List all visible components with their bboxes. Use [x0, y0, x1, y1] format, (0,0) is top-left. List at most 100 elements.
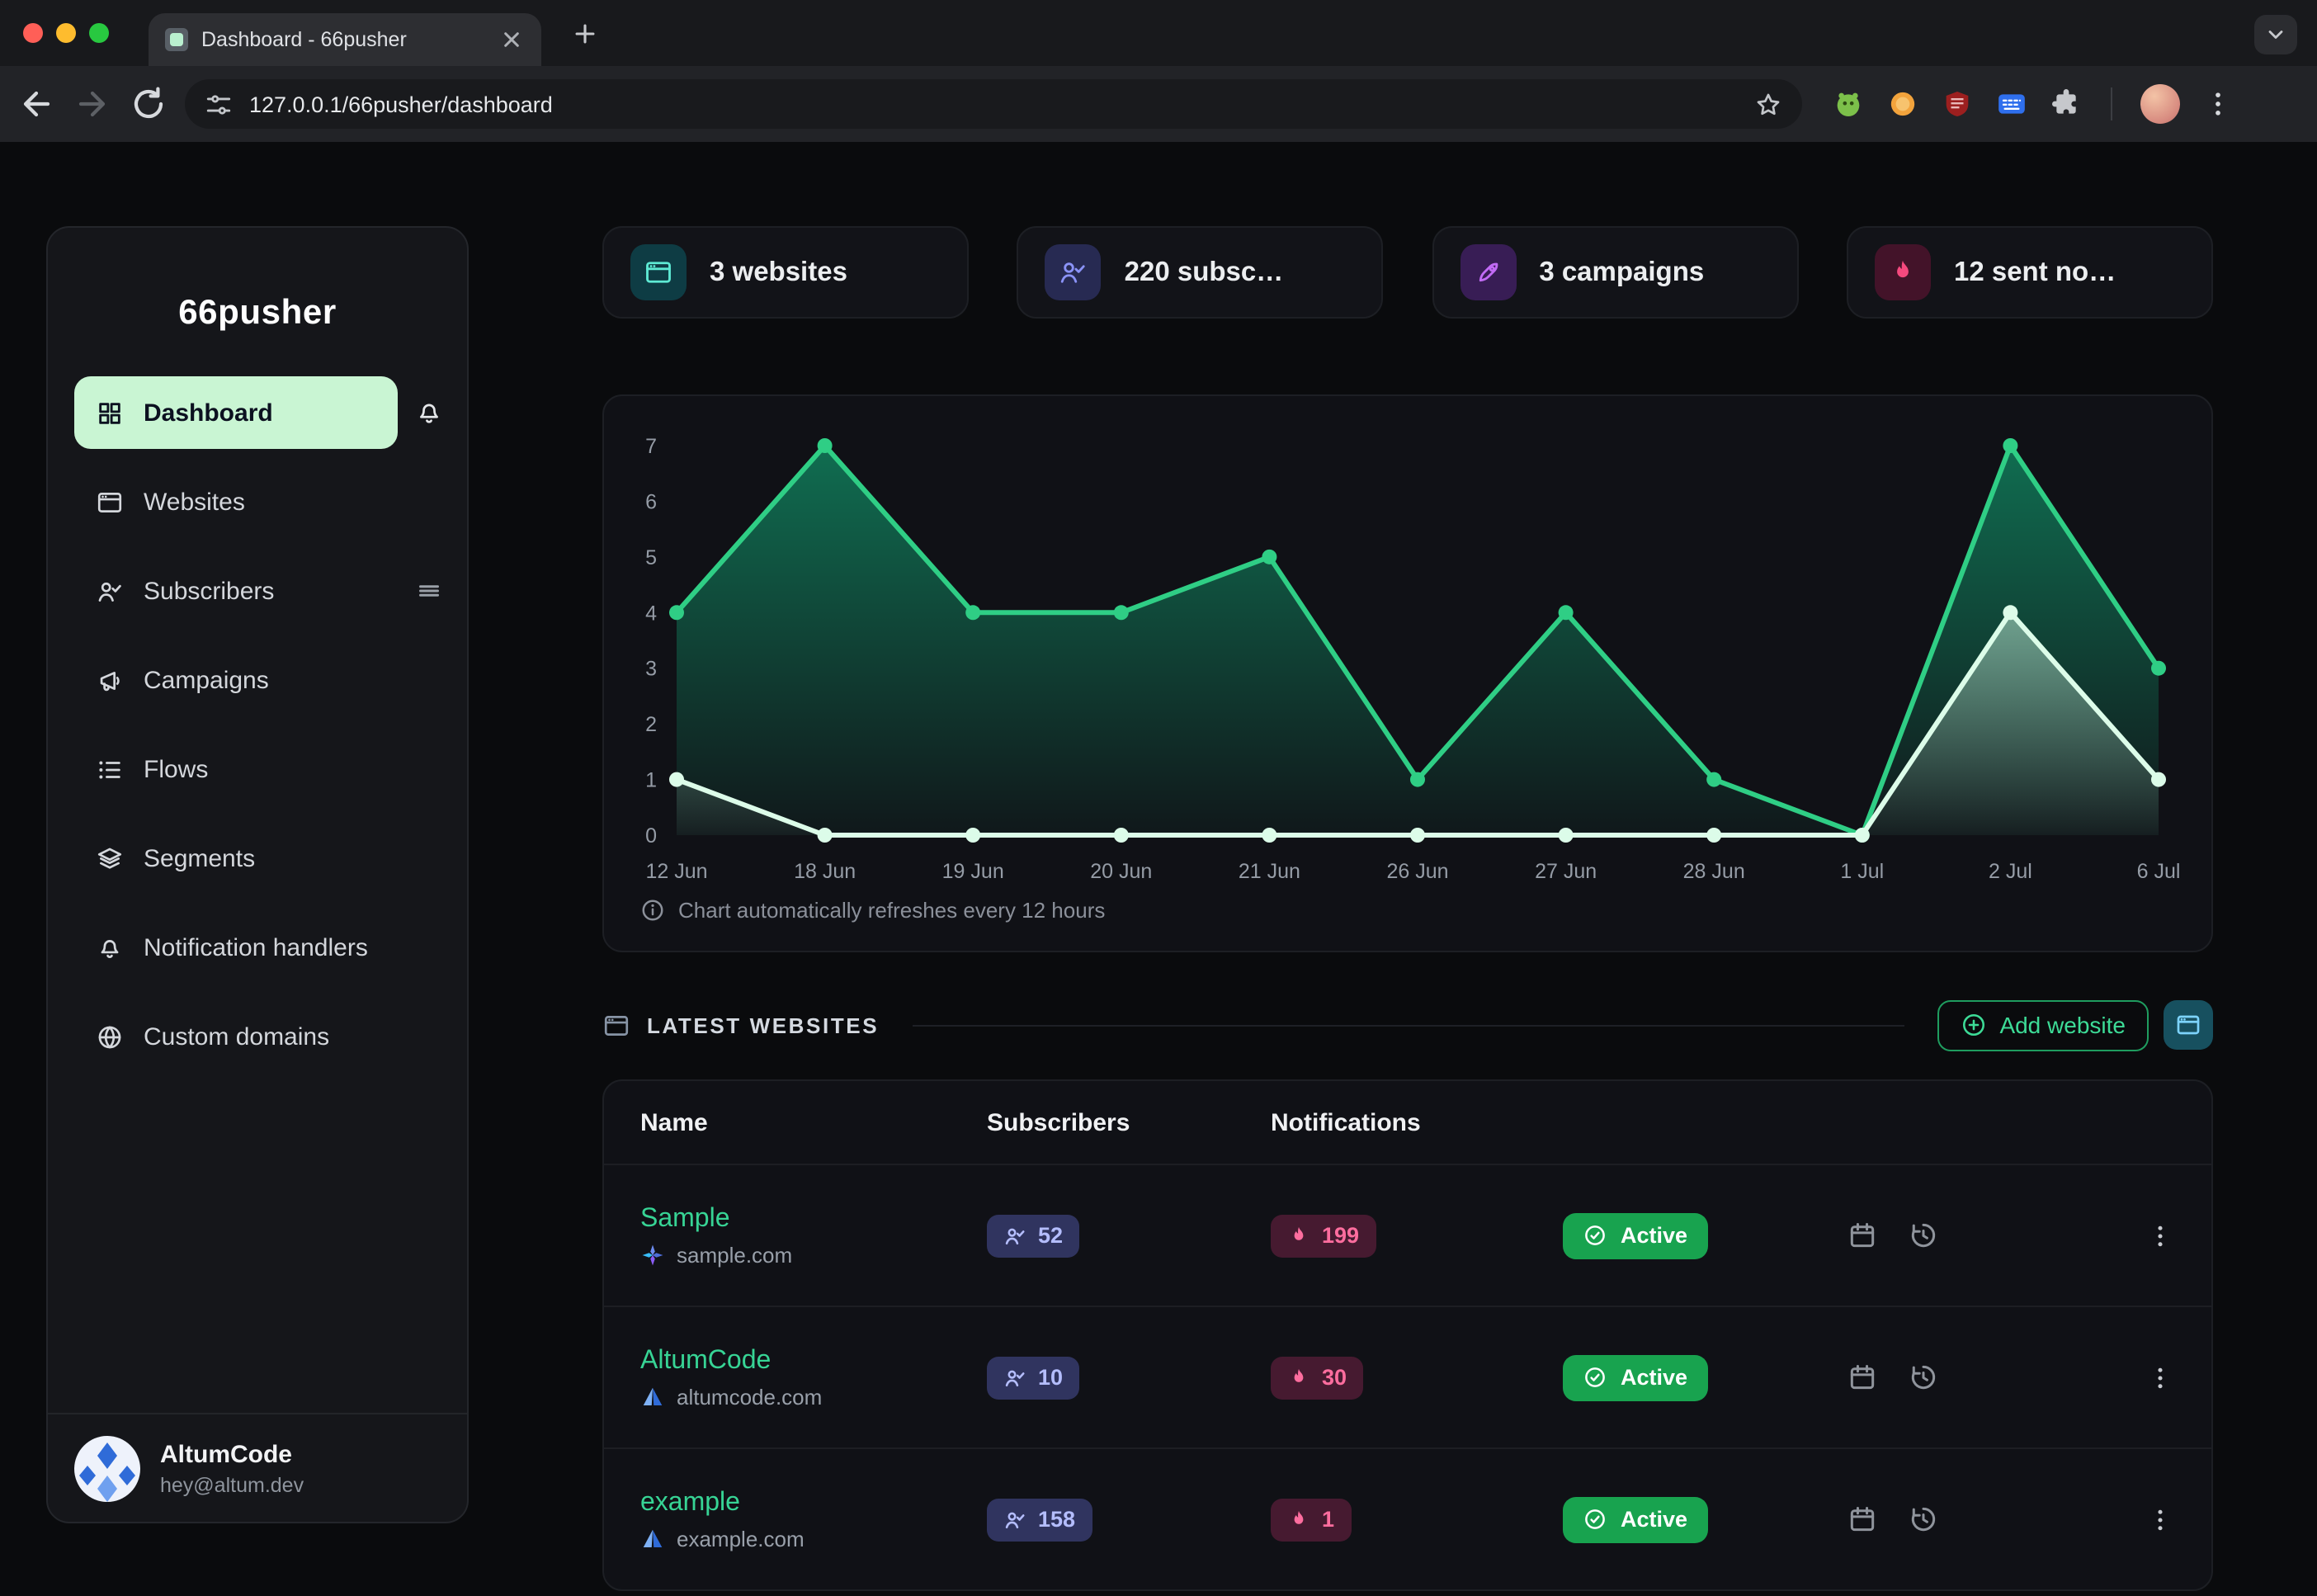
sidebar-item-segments[interactable]: Segments: [74, 822, 444, 895]
browser-tab[interactable]: Dashboard - 66pusher: [149, 13, 541, 66]
layers-icon: [96, 844, 124, 872]
chart-point: [2151, 661, 2166, 676]
orange-extension-icon[interactable]: [1886, 87, 1919, 120]
bell-icon: [96, 933, 124, 961]
sidebar-item-dashboard[interactable]: Dashboard: [74, 376, 398, 449]
stat-card-notifications[interactable]: 12 sent notifications: [1847, 226, 2213, 319]
subscribers-badge: 10: [987, 1356, 1079, 1399]
user-check-icon: [96, 577, 124, 605]
checklist-icon: [96, 755, 124, 783]
check-circle-icon: [1583, 1365, 1607, 1390]
sidebar: 66pusher Dashboard Websites: [46, 226, 469, 1523]
chart-card: 0123456712 Jun18 Jun19 Jun20 Jun21 Jun26…: [602, 394, 2213, 952]
browser-menu-button[interactable]: [2201, 87, 2234, 120]
row-menu-button[interactable]: [2145, 1362, 2175, 1392]
browser-profile-avatar[interactable]: [2140, 84, 2180, 124]
sidebar-item-subscribers[interactable]: Subscribers: [74, 555, 398, 627]
chart-point: [1559, 605, 1574, 620]
calendar-icon[interactable]: [1847, 1504, 1878, 1535]
chart-point: [2003, 605, 2017, 620]
websites-table: Name Subscribers Notifications Sample sa…: [602, 1079, 2213, 1591]
website-favicon: [640, 1526, 665, 1551]
history-icon[interactable]: [1908, 1504, 1939, 1535]
chart-point: [669, 772, 684, 787]
chart-point: [1410, 772, 1425, 787]
info-icon: [640, 898, 665, 923]
website-favicon: [640, 1242, 665, 1267]
x-tick-label: 12 Jun: [645, 860, 707, 883]
reload-button[interactable]: [129, 84, 168, 124]
plus-circle-icon: [1960, 1012, 1986, 1038]
x-tick-label: 1 Jul: [1840, 860, 1884, 883]
status-badge: Active: [1563, 1212, 1707, 1258]
website-name-link[interactable]: AltumCode: [640, 1346, 987, 1376]
forward-button[interactable]: [73, 84, 112, 124]
history-icon[interactable]: [1908, 1362, 1939, 1393]
tab-close-icon[interactable]: [498, 26, 525, 53]
tab-bar: Dashboard - 66pusher: [0, 0, 2317, 66]
websites-shortcut-button[interactable]: [2164, 1000, 2213, 1050]
subscribers-badge: 158: [987, 1498, 1092, 1541]
stat-label: 220 subscribers: [1125, 257, 1290, 288]
keyboard-extension-icon[interactable]: [1995, 87, 2028, 120]
y-tick-label: 5: [645, 546, 657, 569]
sidebar-nav: Dashboard Websites Subscribers: [48, 376, 467, 1073]
back-button[interactable]: [17, 84, 56, 124]
main-content: 3 websites 220 subscribers 3 campaigns: [602, 226, 2213, 1591]
check-circle-icon: [1583, 1223, 1607, 1248]
address-bar[interactable]: 127.0.0.1/66pusher/dashboard: [185, 79, 1802, 129]
chart-point: [965, 605, 980, 620]
row-menu-button[interactable]: [2145, 1504, 2175, 1534]
latest-websites-header: LATEST WEBSITES Add website: [602, 999, 2213, 1051]
grid-icon: [96, 399, 124, 427]
website-favicon: [640, 1384, 665, 1409]
row-menu-button[interactable]: [2145, 1221, 2175, 1250]
window-close-button[interactable]: [23, 23, 43, 43]
new-tab-button[interactable]: [571, 20, 599, 48]
stat-card-campaigns[interactable]: 3 campaigns: [1432, 226, 1798, 319]
site-settings-icon[interactable]: [205, 90, 233, 118]
sidebar-item-notification-handlers[interactable]: Notification handlers: [74, 911, 444, 984]
calendar-icon[interactable]: [1847, 1220, 1878, 1251]
tab-title: Dashboard - 66pusher: [201, 28, 485, 51]
section-title: LATEST WEBSITES: [647, 1013, 879, 1037]
user-avatar: [74, 1435, 140, 1501]
notifications-badge: 30: [1271, 1356, 1363, 1399]
shield-extension-icon[interactable]: [1941, 87, 1974, 120]
window-minimize-button[interactable]: [56, 23, 76, 43]
sidebar-item-label: Custom domains: [144, 1022, 329, 1051]
notifications-badge: 1: [1271, 1498, 1351, 1541]
chart-point: [1410, 828, 1425, 843]
puzzle-extensions-icon[interactable]: [2050, 87, 2083, 120]
window-zoom-button[interactable]: [89, 23, 109, 43]
status-badge: Active: [1563, 1354, 1707, 1400]
fire-icon: [1287, 1366, 1310, 1389]
sidebar-item-custom-domains[interactable]: Custom domains: [74, 1000, 444, 1073]
stat-card-subscribers[interactable]: 220 subscribers: [1017, 226, 1384, 319]
chart-point: [2003, 438, 2017, 453]
sidebar-user[interactable]: AltumCode hey@altum.dev: [48, 1413, 467, 1522]
sidebar-item-flows[interactable]: Flows: [74, 733, 444, 805]
bookmark-star-icon[interactable]: [1754, 90, 1782, 118]
toolbar-divider: [2111, 87, 2112, 120]
y-tick-label: 6: [645, 490, 657, 513]
tab-search-button[interactable]: [2254, 15, 2297, 54]
calendar-icon[interactable]: [1847, 1362, 1878, 1393]
x-tick-label: 21 Jun: [1239, 860, 1300, 883]
kebab-icon: [2145, 1221, 2175, 1250]
chart-point: [1114, 828, 1129, 843]
history-icon[interactable]: [1908, 1220, 1939, 1251]
website-name-link[interactable]: example: [640, 1488, 987, 1518]
status-badge: Active: [1563, 1496, 1707, 1542]
sidebar-item-websites[interactable]: Websites: [74, 465, 444, 538]
chart-point: [818, 438, 833, 453]
notifications-bell-icon[interactable]: [414, 398, 444, 427]
website-name-link[interactable]: Sample: [640, 1204, 987, 1234]
sidebar-item-campaigns[interactable]: Campaigns: [74, 644, 444, 716]
add-website-button[interactable]: Add website: [1937, 999, 2149, 1051]
y-tick-label: 4: [645, 602, 657, 625]
green-extension-icon[interactable]: [1832, 87, 1865, 120]
sidebar-item-label: Segments: [144, 844, 255, 872]
kebab-icon: [2145, 1504, 2175, 1534]
stat-card-websites[interactable]: 3 websites: [602, 226, 969, 319]
